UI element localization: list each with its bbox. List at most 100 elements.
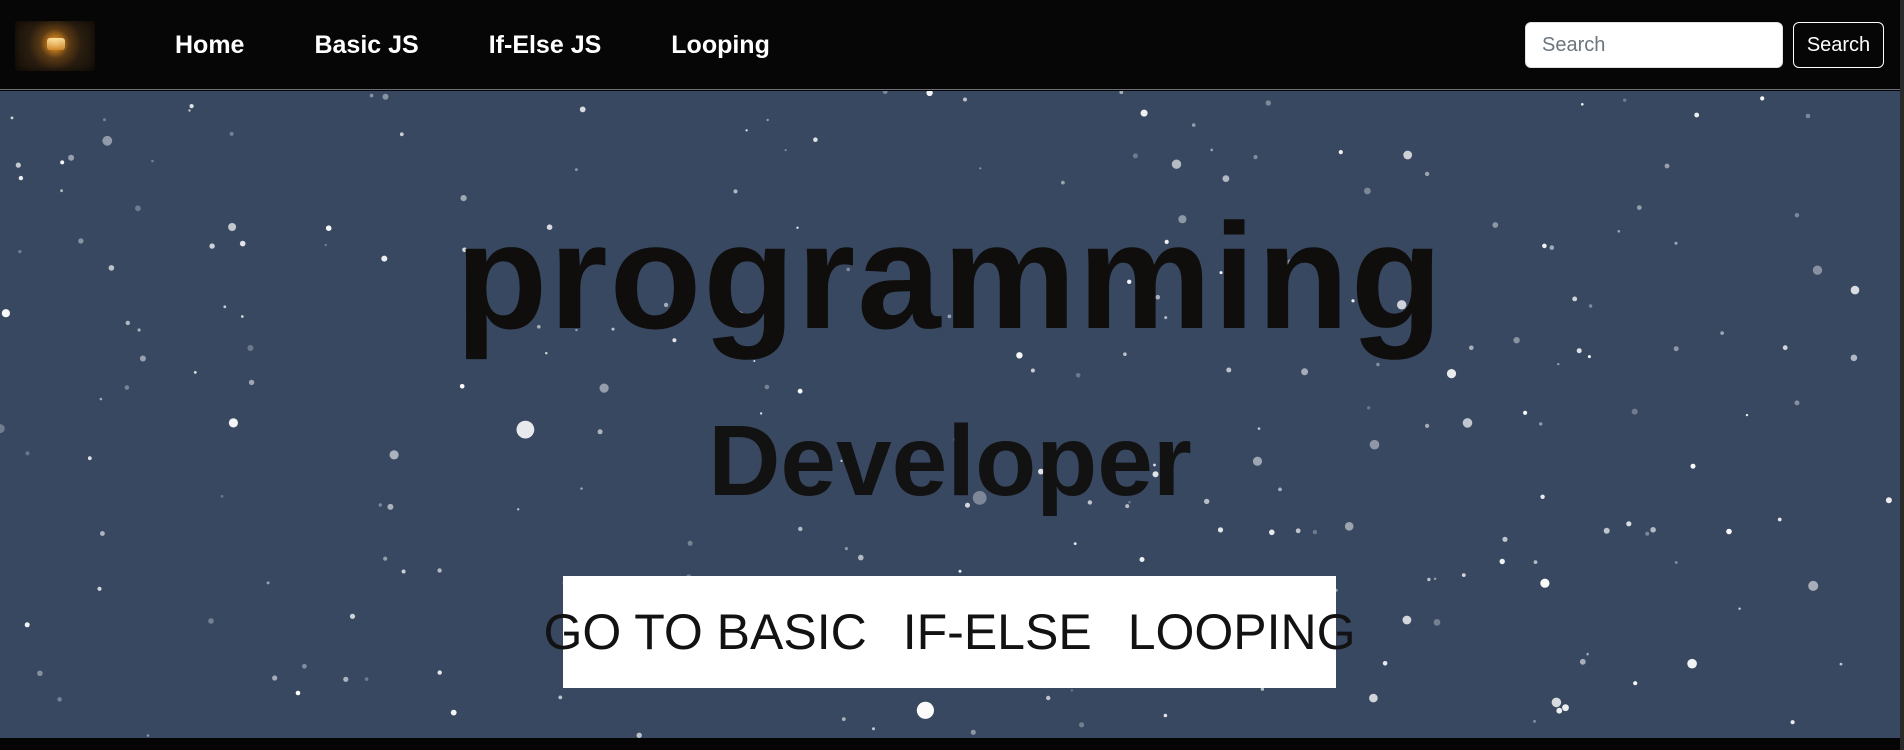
- star: [926, 91, 933, 97]
- nav-link-home[interactable]: Home: [175, 31, 244, 60]
- star: [1073, 542, 1077, 545]
- star: [295, 690, 301, 696]
- star: [687, 540, 693, 546]
- star: [764, 384, 770, 390]
- star: [1562, 704, 1569, 712]
- star: [844, 547, 849, 551]
- star: [1540, 578, 1550, 588]
- star: [1586, 653, 1589, 656]
- star: [1075, 373, 1081, 378]
- star: [813, 137, 818, 142]
- star: [1253, 155, 1258, 160]
- footer-strip: [0, 738, 1900, 750]
- nav-links: Home Basic JS If-Else JS Looping: [175, 0, 840, 90]
- star: [1030, 368, 1035, 373]
- star: [139, 355, 146, 362]
- star: [97, 586, 102, 591]
- star: [1171, 159, 1182, 169]
- star: [1738, 607, 1741, 610]
- nav-link-looping[interactable]: Looping: [671, 31, 770, 60]
- star: [1839, 662, 1843, 666]
- star: [103, 118, 106, 122]
- star: [916, 701, 935, 719]
- looping-button[interactable]: LOOPING: [1128, 603, 1356, 661]
- star: [302, 663, 307, 669]
- star: [1551, 697, 1562, 708]
- navbar: Home Basic JS If-Else JS Looping Search: [0, 0, 1900, 90]
- star: [1579, 658, 1586, 665]
- star: [1433, 619, 1441, 626]
- star: [579, 106, 586, 113]
- star: [1557, 363, 1560, 366]
- star: [18, 175, 24, 181]
- star: [146, 734, 150, 737]
- star: [1301, 368, 1309, 376]
- star: [399, 132, 404, 137]
- star: [60, 189, 63, 193]
- star: [745, 129, 748, 132]
- star: [1499, 558, 1505, 565]
- star: [599, 383, 609, 393]
- star: [1046, 695, 1051, 701]
- search-input[interactable]: [1525, 22, 1783, 68]
- star: [1581, 103, 1584, 106]
- star: [99, 397, 103, 401]
- star: [1533, 719, 1536, 723]
- hero-title: programming: [455, 192, 1445, 360]
- star: [798, 526, 803, 532]
- star: [1369, 693, 1378, 703]
- star: [1139, 557, 1145, 562]
- star: [1794, 400, 1800, 406]
- star: [753, 360, 756, 362]
- star: [1461, 573, 1466, 577]
- star: [1556, 707, 1563, 714]
- star: [1119, 91, 1124, 95]
- star: [1645, 531, 1650, 536]
- star: [401, 569, 406, 574]
- lantern-logo-icon[interactable]: [15, 21, 95, 71]
- star: [272, 675, 278, 681]
- scrollbar[interactable]: [1900, 0, 1904, 750]
- star: [1687, 658, 1697, 669]
- star: [1222, 175, 1230, 182]
- star: [1424, 171, 1430, 177]
- star: [1210, 148, 1214, 152]
- star: [963, 97, 967, 102]
- star: [60, 160, 65, 165]
- star: [1760, 96, 1765, 101]
- star: [1140, 109, 1148, 117]
- star: [1344, 522, 1354, 531]
- star: [1650, 527, 1656, 533]
- star: [188, 109, 191, 112]
- star: [10, 116, 14, 120]
- go-to-basic-button[interactable]: GO TO BASIC: [543, 603, 866, 661]
- star: [1132, 153, 1138, 159]
- star: [193, 371, 197, 374]
- star: [1265, 100, 1272, 106]
- star: [15, 162, 21, 168]
- star: [102, 135, 113, 146]
- star: [1603, 527, 1610, 534]
- star: [1633, 681, 1638, 686]
- hero-section: programming Developer GO TO BASIC IF-ELS…: [0, 91, 1900, 738]
- star: [1163, 713, 1168, 718]
- search-button[interactable]: Search: [1793, 22, 1884, 68]
- star: [68, 154, 75, 161]
- star: [958, 569, 962, 573]
- star: [1427, 577, 1431, 582]
- star: [872, 727, 875, 731]
- nav-link-if-else-js[interactable]: If-Else JS: [489, 31, 602, 60]
- hero-subtitle: Developer: [708, 405, 1192, 517]
- nav-link-basic-js[interactable]: Basic JS: [314, 31, 418, 60]
- star: [1191, 123, 1196, 127]
- star: [1533, 560, 1538, 564]
- star: [784, 149, 787, 152]
- star: [1850, 354, 1858, 362]
- star: [151, 159, 154, 163]
- star: [574, 168, 578, 172]
- star: [1312, 529, 1318, 535]
- star: [1070, 689, 1074, 692]
- star: [1402, 615, 1412, 625]
- star: [37, 670, 43, 677]
- if-else-button[interactable]: IF-ELSE: [903, 603, 1092, 661]
